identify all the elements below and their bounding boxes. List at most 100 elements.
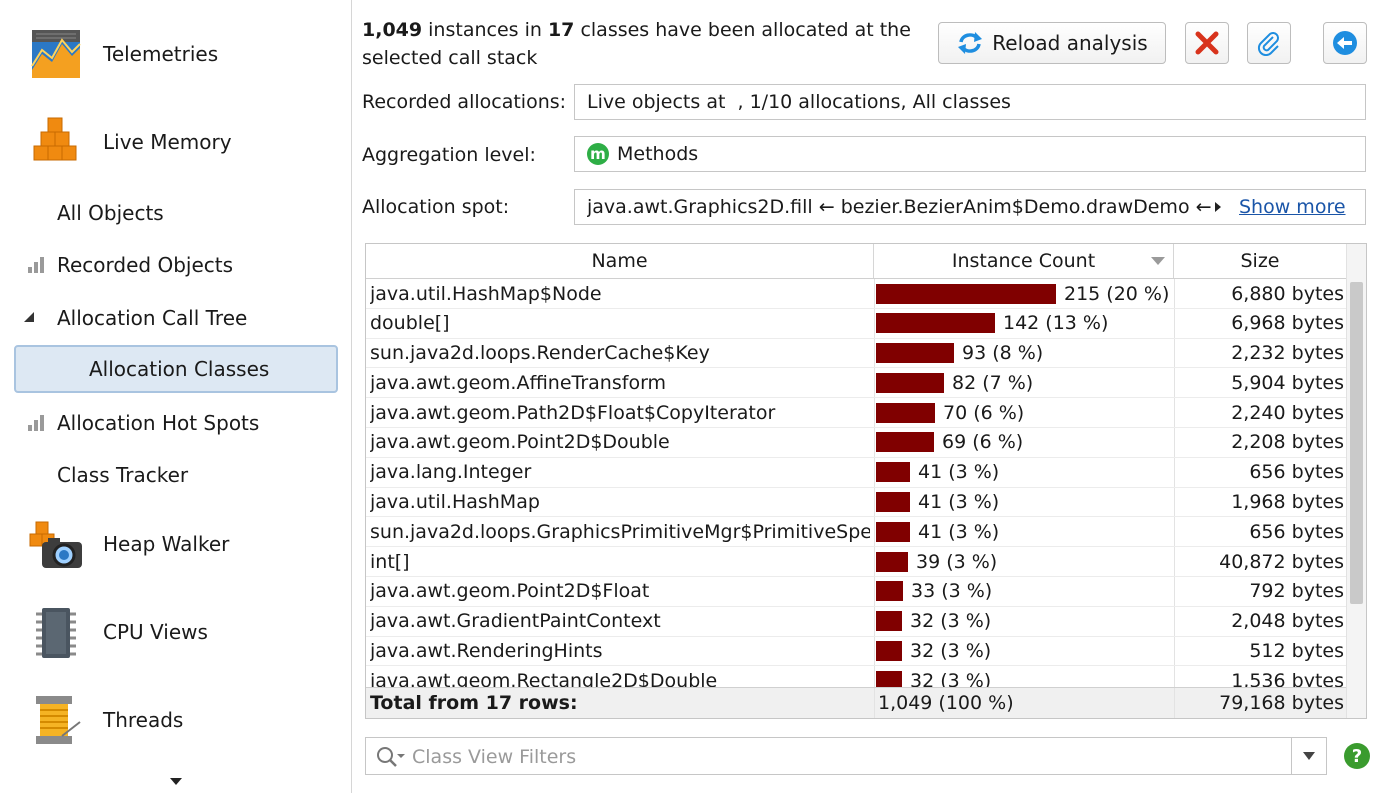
table-row[interactable]: java.awt.geom.Point2D$Double 69 (6 %) 2,20… (366, 427, 1347, 458)
sidebar-item-live-memory[interactable]: Live Memory (0, 102, 351, 182)
row-instance-count: 82 (7 %) (876, 368, 1172, 397)
column-header-label: Instance Count (951, 250, 1096, 272)
sidebar-item-allocation-call-tree[interactable]: Allocation Call Tree (0, 295, 351, 341)
sidebar-item-telemetries[interactable]: Telemetries (0, 14, 351, 94)
table-row[interactable]: java.awt.GradientPaintContext 32 (3 %) 2,0… (366, 606, 1347, 637)
instance-count: 1,049 (362, 19, 423, 41)
table-header: Name Instance Count Size (366, 244, 1347, 279)
table-row[interactable]: int[] 39 (3 %) 40,872 bytes (366, 547, 1347, 577)
row-size: 2,208 bytes (1231, 431, 1344, 454)
search-icon[interactable] (376, 746, 406, 768)
row-count-text: 32 (3 %) (910, 610, 992, 633)
sidebar-item-label: Heap Walker (103, 532, 230, 556)
table-row[interactable]: java.awt.geom.AffineTransform 82 (7 %) 5,9… (366, 368, 1347, 399)
sort-descending-icon (1151, 257, 1165, 265)
help-icon[interactable]: ? (1344, 743, 1370, 769)
table-body: java.util.HashMap$Node 215 (20 %) 6,880 by… (366, 279, 1347, 687)
row-size: 5,904 bytes (1231, 371, 1344, 394)
class-view-filter[interactable] (365, 737, 1327, 776)
row-count-text: 69 (6 %) (942, 431, 1024, 454)
sidebar-item-label: CPU Views (103, 620, 208, 644)
attach-button[interactable] (1247, 22, 1291, 64)
row-class-name: double[] (370, 312, 450, 335)
row-size: 656 bytes (1249, 461, 1344, 484)
sidebar-scroll-down-icon[interactable] (170, 778, 182, 785)
column-header-instance-count[interactable]: Instance Count (874, 244, 1174, 278)
row-size: 40,872 bytes (1219, 550, 1344, 573)
row-instance-count: 70 (6 %) (876, 398, 1172, 427)
filter-dropdown-button[interactable] (1291, 738, 1326, 774)
row-class-name: sun.java2d.loops.GraphicsPrimitiveMgr$Pr… (370, 520, 870, 543)
sidebar-item-allocation-hot-spots[interactable]: Allocation Hot Spots (0, 400, 351, 446)
table-row[interactable]: java.awt.RenderingHints 32 (3 %) 512 bytes (366, 636, 1347, 667)
close-analysis-button[interactable] (1185, 22, 1229, 64)
row-count-text: 32 (3 %) (910, 640, 992, 663)
recorded-allocations-field[interactable]: Live objects at , 1/10 allocations, All … (574, 84, 1366, 120)
allocation-spot-value: java.awt.Graphics2D.fill ← bezier.Bezier… (587, 196, 1213, 218)
row-class-name: sun.java2d.loops.RenderCache$Key (370, 342, 710, 365)
allocation-spot-field[interactable]: java.awt.Graphics2D.fill ← bezier.Bezier… (574, 189, 1366, 225)
total-count: 1,049 (100 %) (878, 691, 1014, 714)
row-count-text: 142 (13 %) (1003, 312, 1109, 335)
table-row[interactable]: java.util.HashMap 41 (3 %) 1,968 bytes (366, 487, 1347, 518)
sidebar-item-allocation-classes[interactable]: Allocation Classes (14, 345, 338, 393)
table-row[interactable]: java.util.HashMap$Node 215 (20 %) 6,880 by… (366, 279, 1347, 309)
row-size: 2,232 bytes (1231, 342, 1344, 365)
table-row[interactable]: double[] 142 (13 %) 6,968 bytes (366, 308, 1347, 339)
bar-chart-icon (28, 257, 44, 273)
row-count-text: 39 (3 %) (916, 550, 998, 573)
table-row[interactable]: java.awt.geom.Rectangle2D$Double 32 (3 %)… (366, 666, 1347, 687)
instance-count-bar (876, 402, 935, 423)
back-button[interactable] (1323, 22, 1367, 64)
sidebar-item-heap-walker[interactable]: Heap Walker (0, 504, 351, 584)
instance-count-bar (876, 670, 902, 687)
instance-count-bar (876, 343, 954, 364)
class-view-filter-input[interactable] (410, 738, 1294, 776)
instance-count-bar (876, 462, 910, 483)
total-size: 79,168 bytes (1219, 691, 1344, 714)
show-more-link[interactable]: Show more (1239, 196, 1346, 218)
sidebar-item-class-tracker[interactable]: Class Tracker (0, 452, 351, 498)
table-row[interactable]: java.awt.geom.Point2D$Float 33 (3 %) 792 b… (366, 576, 1347, 607)
column-header-size[interactable]: Size (1174, 244, 1347, 278)
row-instance-count: 41 (3 %) (876, 458, 1172, 487)
row-class-name: java.util.HashMap (370, 491, 540, 514)
table-row[interactable]: java.lang.Integer 41 (3 %) 656 bytes (366, 457, 1347, 488)
aggregation-level-value: Methods (617, 143, 699, 165)
sidebar-item-label: Recorded Objects (57, 253, 234, 277)
row-class-name: java.awt.RenderingHints (370, 640, 603, 663)
aggregation-level-field[interactable]: m Methods (574, 136, 1366, 172)
row-size: 2,240 bytes (1231, 401, 1344, 424)
row-size: 1,968 bytes (1231, 491, 1344, 514)
row-count-text: 41 (3 %) (918, 491, 1000, 514)
class-count: 17 (547, 19, 575, 41)
sidebar-item-all-objects[interactable]: All Objects (0, 190, 351, 236)
table-vertical-scrollbar[interactable] (1346, 244, 1366, 718)
summary-text: 1,049 instances in 17 classes have been … (362, 16, 922, 72)
table-row[interactable]: sun.java2d.loops.RenderCache$Key 93 (8 %)… (366, 338, 1347, 369)
sidebar-item-cpu-views[interactable]: CPU Views (0, 592, 351, 672)
reload-analysis-button[interactable]: Reload analysis (938, 22, 1166, 64)
row-instance-count: 32 (3 %) (876, 666, 1172, 687)
table-row[interactable]: sun.java2d.loops.GraphicsPrimitiveMgr$Pr… (366, 517, 1347, 548)
sidebar-item-threads[interactable]: Threads (0, 680, 351, 760)
row-class-name: java.util.HashMap$Node (370, 282, 602, 305)
heap-walker-icon (29, 521, 82, 568)
row-instance-count: 93 (8 %) (876, 339, 1172, 368)
reload-icon (958, 32, 983, 54)
row-instance-count: 39 (3 %) (876, 547, 1172, 576)
row-instance-count: 215 (20 %) (876, 279, 1172, 308)
sidebar-item-recorded-objects[interactable]: Recorded Objects (0, 242, 351, 288)
paperclip-icon (1257, 32, 1279, 56)
table-row[interactable]: java.awt.geom.Path2D$Float$CopyIterator 7… (366, 398, 1347, 428)
table-total-row: Total from 17 rows: 1,049 (100 %) 79,168… (366, 687, 1347, 718)
instance-count-bar (876, 641, 902, 662)
telemetries-icon (31, 30, 81, 78)
column-header-name[interactable]: Name (366, 244, 874, 278)
instance-count-bar (876, 581, 903, 602)
sidebar-item-label: Allocation Call Tree (57, 306, 248, 330)
live-memory-icon (33, 117, 77, 161)
collapse-triangle-icon[interactable] (22, 310, 36, 324)
instance-count-bar (876, 521, 910, 542)
scrollbar-thumb[interactable] (1350, 282, 1363, 604)
